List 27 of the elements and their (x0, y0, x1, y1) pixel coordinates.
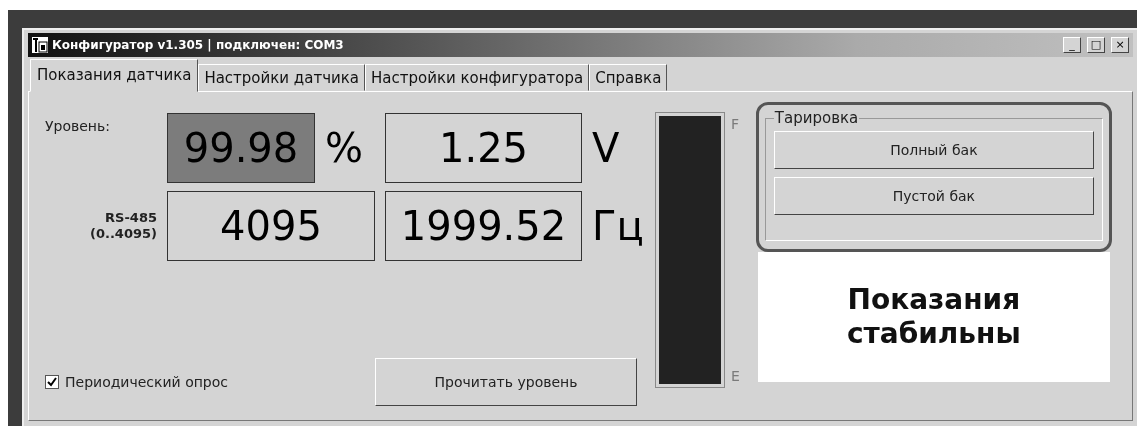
tab[interactable]: Настройки конфигуратора (365, 64, 590, 91)
full-mark: F (731, 116, 740, 132)
app-icon (32, 37, 48, 53)
value-display: 1.25 (385, 113, 582, 183)
unit-label: V (592, 125, 621, 171)
minimize-button[interactable]: _ (1063, 37, 1081, 53)
value-display: 4095 (167, 191, 375, 261)
tab[interactable]: Справка (589, 64, 668, 91)
status-message: Показания стабильны (757, 252, 1110, 382)
value-display: 99.98 (167, 113, 315, 183)
value-display: 1999.52 (385, 191, 582, 261)
rs485-label: RS-485 (0..4095) (89, 210, 157, 242)
empty-mark: E (731, 368, 740, 384)
unit-label: % (325, 125, 364, 171)
unit-label: Гц (592, 203, 642, 249)
checkbox[interactable] (45, 375, 59, 389)
calibration-button[interactable]: Пустой бак (773, 177, 1094, 215)
group-title: Тарировка (773, 109, 860, 127)
read-level-button[interactable]: Прочитать уровень (375, 358, 637, 406)
window-title: Конфигуратор v1.305 | подключен: COM3 (52, 38, 345, 52)
level-label: Уровень: (45, 117, 111, 134)
tab[interactable]: Показания датчика (30, 59, 199, 92)
maximize-button[interactable]: □ (1087, 37, 1105, 53)
calibration-button[interactable]: Полный бак (773, 131, 1094, 169)
checkbox-label: Периодический опрос (65, 374, 229, 390)
close-button[interactable]: × (1111, 37, 1129, 53)
tab[interactable]: Настройки датчика (198, 64, 366, 91)
